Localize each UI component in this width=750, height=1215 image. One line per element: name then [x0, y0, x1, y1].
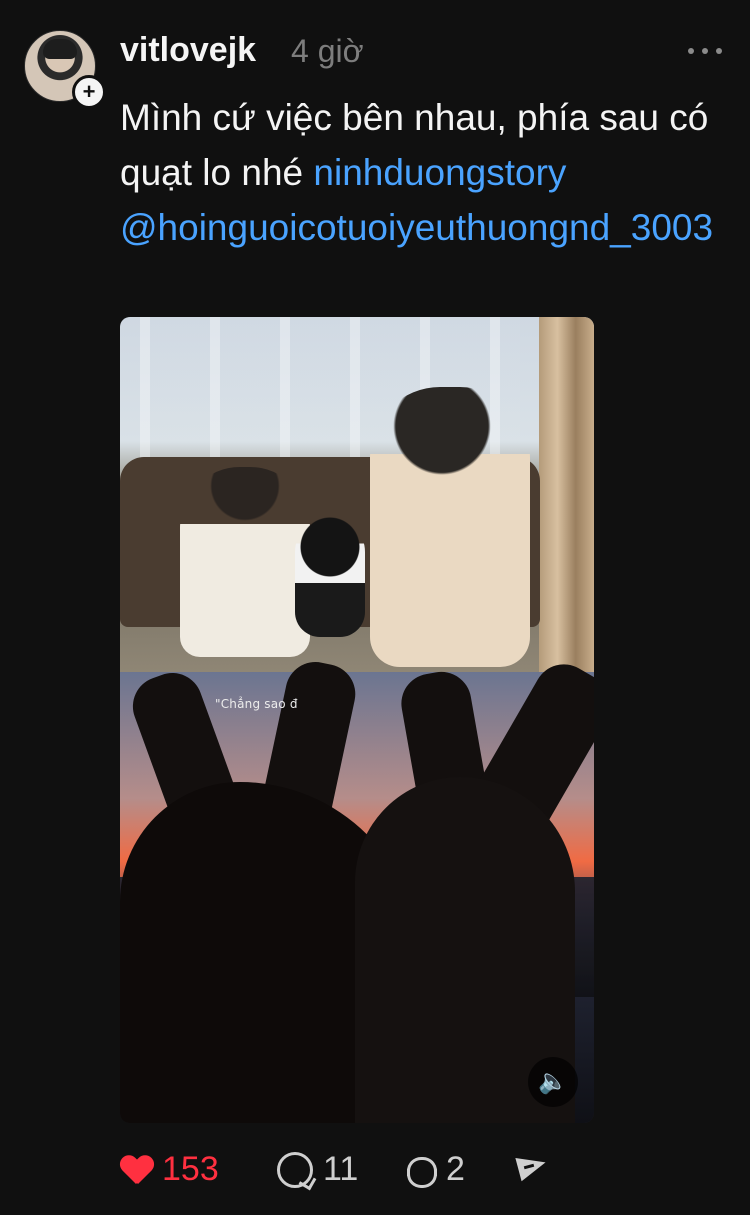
- post-media[interactable]: "Chẳng sao đ 🔈: [120, 317, 594, 1123]
- repost-button[interactable]: 2: [402, 1150, 465, 1189]
- comment-icon: [277, 1151, 313, 1188]
- sunset-photo: [120, 653, 594, 1123]
- repost-icon: [402, 1153, 437, 1188]
- post-caption: Mình cứ việc bên nhau, phía sau có quạt …: [120, 90, 730, 255]
- tag-link[interactable]: ninhduongstory: [313, 152, 566, 193]
- like-count: 153: [162, 1150, 219, 1188]
- like-button[interactable]: 153: [120, 1150, 219, 1189]
- media-overlay-text: "Chẳng sao đ: [215, 697, 298, 711]
- send-icon: [512, 1150, 546, 1184]
- heart-icon: [120, 1154, 152, 1186]
- username[interactable]: vitlovejk: [120, 31, 256, 70]
- plus-icon[interactable]: +: [72, 75, 106, 109]
- repost-count: 2: [446, 1150, 465, 1188]
- cat-photo: [120, 317, 594, 672]
- mention-link[interactable]: @hoinguoicotuoiyeuthuongnd_3003: [120, 207, 713, 248]
- comment-count: 11: [323, 1150, 359, 1188]
- comment-button[interactable]: 11: [277, 1150, 358, 1189]
- share-button[interactable]: [512, 1150, 546, 1184]
- more-icon[interactable]: [688, 40, 722, 60]
- avatar-wrap[interactable]: +: [24, 30, 106, 109]
- speaker-icon[interactable]: 🔈: [528, 1057, 578, 1107]
- timestamp: 4 giờ: [291, 33, 364, 69]
- post-actions: 153 11 2: [120, 1150, 580, 1194]
